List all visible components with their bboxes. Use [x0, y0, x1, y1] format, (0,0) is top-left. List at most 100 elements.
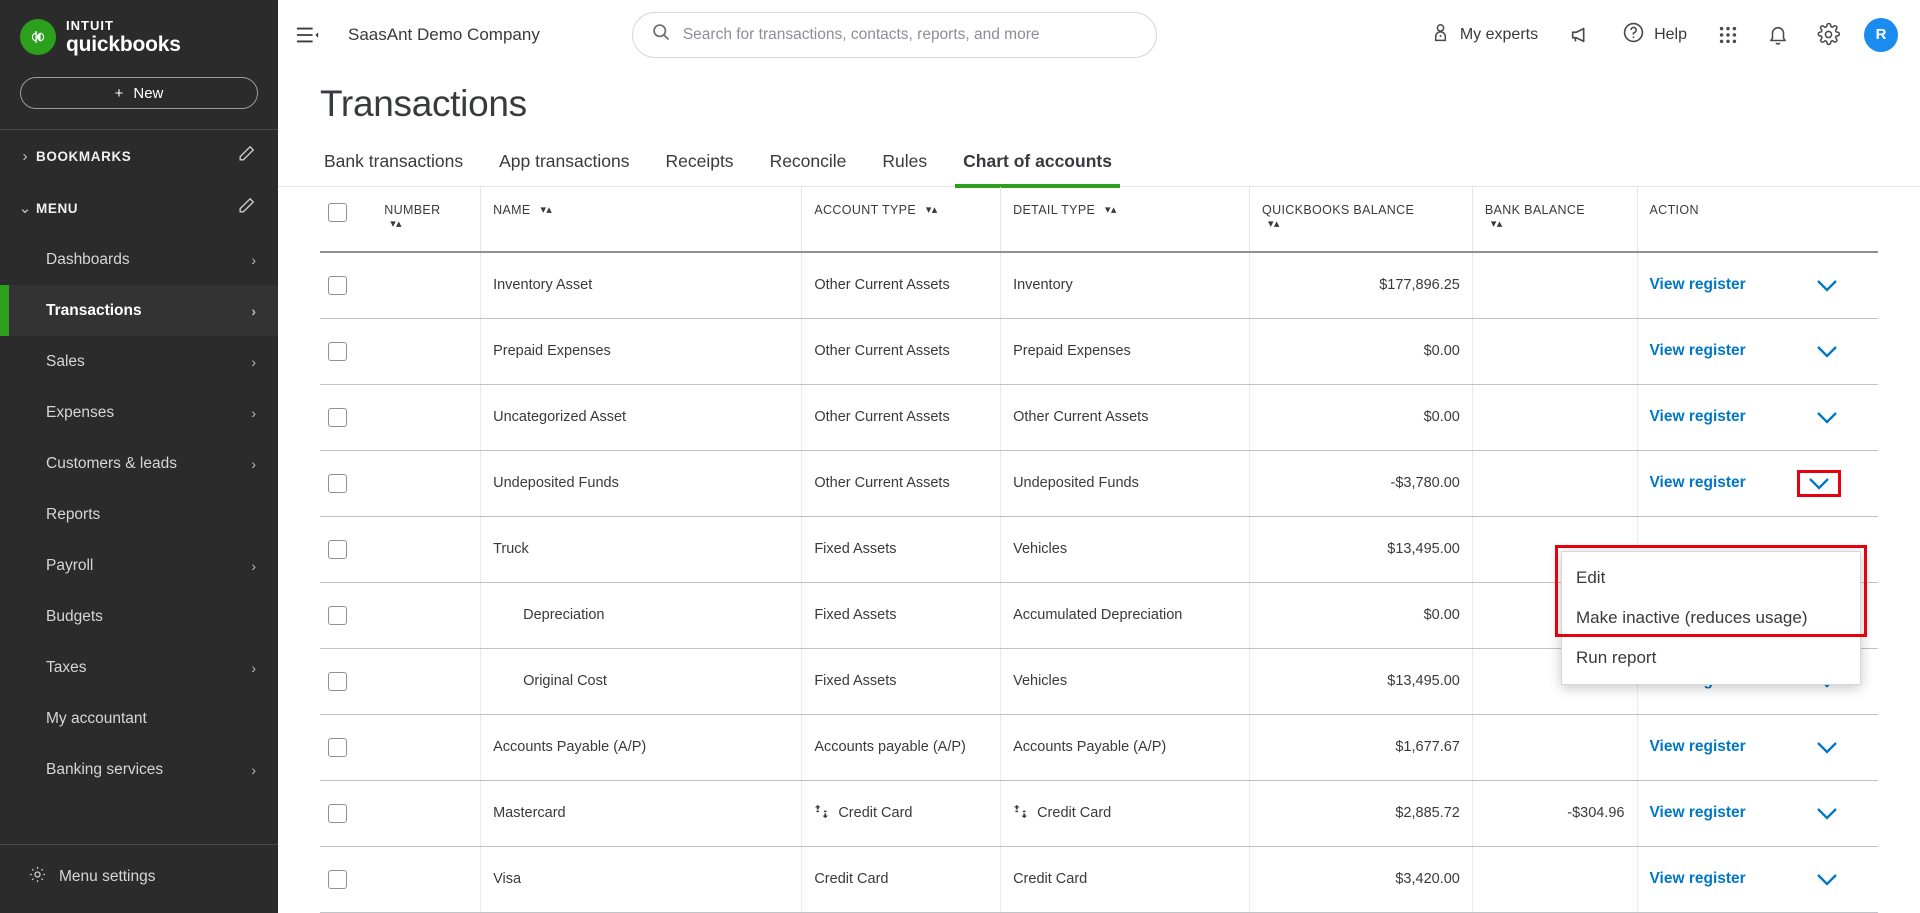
column-header-quickbooks-balance[interactable]: QUICKBOOKS BALANCE ▾▴ — [1249, 187, 1473, 253]
cell-account-type: Other Current Assets — [801, 450, 1002, 517]
row-actions-chevron-down-icon[interactable] — [1816, 345, 1838, 358]
megaphone-icon[interactable] — [1554, 24, 1606, 46]
menu-settings-button[interactable]: Menu settings — [0, 844, 278, 913]
sidebar-item-customers-leads[interactable]: Customers & leads › — [0, 438, 278, 489]
view-register-link[interactable]: View register — [1650, 870, 1746, 888]
sort-icon[interactable]: ▾▴ — [1491, 217, 1503, 230]
row-checkbox[interactable] — [328, 407, 347, 427]
row-actions-chevron-down-icon[interactable] — [1816, 279, 1838, 292]
row-actions-chevron-down-icon[interactable] — [1816, 411, 1838, 424]
row-checkbox[interactable] — [328, 275, 347, 295]
quickbooks-logo[interactable]: INTUIT quickbooks — [0, 0, 278, 69]
search-icon — [651, 22, 671, 47]
row-checkbox[interactable] — [328, 605, 347, 625]
tab-reconcile[interactable]: Reconcile — [752, 151, 865, 186]
sort-icon[interactable]: ▾▴ — [1105, 203, 1117, 216]
pencil-icon-menu[interactable] — [237, 196, 256, 220]
row-checkbox[interactable] — [328, 539, 347, 559]
company-name: SaasAnt Demo Company — [348, 24, 540, 44]
table-row[interactable]: Accounts Payable (A/P) Accounts payable … — [320, 714, 1878, 781]
view-register-link[interactable]: View register — [1650, 738, 1746, 756]
tab-bank-transactions[interactable]: Bank transactions — [320, 151, 481, 186]
search-box[interactable] — [631, 11, 1157, 58]
sidebar-item-payroll[interactable]: Payroll › — [0, 540, 278, 591]
new-button[interactable]: + New — [20, 77, 258, 109]
view-register-link[interactable]: View register — [1650, 276, 1746, 294]
row-actions-chevron-down-icon[interactable] — [1816, 741, 1838, 754]
cell-action: View register — [1637, 846, 1878, 913]
tab-rules[interactable]: Rules — [864, 151, 945, 186]
sidebar-item-dashboards[interactable]: Dashboards › — [0, 234, 278, 285]
table-row[interactable]: Mastercard Credit Card Credit Card $2,88… — [320, 780, 1878, 847]
cell-detail-type: Credit Card — [1000, 780, 1251, 847]
search-input[interactable] — [682, 25, 1138, 44]
dropdown-item-edit[interactable]: Edit — [1562, 558, 1860, 598]
cell-bank-balance — [1472, 252, 1638, 319]
row-checkbox-cell — [320, 516, 373, 583]
select-all-checkbox[interactable] — [328, 203, 347, 222]
chevron-right-icon: › — [251, 404, 256, 421]
sort-icon[interactable]: ▾▴ — [926, 203, 938, 216]
row-checkbox[interactable] — [328, 803, 347, 823]
column-header-quickbooks-balance-label: QUICKBOOKS BALANCE — [1262, 203, 1415, 217]
view-register-link[interactable]: View register — [1650, 474, 1746, 492]
row-checkbox[interactable] — [328, 341, 347, 361]
tab-receipts[interactable]: Receipts — [647, 151, 751, 186]
cell-number — [372, 450, 482, 517]
gear-icon[interactable] — [1803, 23, 1854, 46]
sidebar-item-budgets[interactable]: Budgets — [0, 591, 278, 642]
row-actions-chevron-down-icon[interactable] — [1816, 807, 1838, 820]
cell-name: Visa — [480, 846, 803, 913]
person-icon — [1430, 22, 1451, 48]
pencil-icon-bookmarks[interactable] — [237, 144, 256, 168]
cell-number — [372, 648, 482, 715]
tab-bar: Bank transactions App transactions Recei… — [278, 125, 1920, 188]
my-experts-button[interactable]: My experts — [1414, 22, 1554, 48]
search-container — [631, 11, 1157, 58]
column-header-bank-balance[interactable]: BANK BALANCE ▾▴ — [1472, 187, 1638, 253]
table-row[interactable]: Inventory Asset Other Current Assets Inv… — [320, 252, 1878, 319]
row-checkbox[interactable] — [328, 737, 347, 757]
column-header-account-type[interactable]: ACCOUNT TYPE ▾▴ — [801, 187, 1002, 253]
column-header-number[interactable]: NUMBER ▾▴ — [372, 187, 482, 253]
row-actions-chevron-down-icon-active[interactable] — [1797, 469, 1841, 497]
sidebar-group-bookmarks[interactable]: › BOOKMARKS — [0, 130, 278, 182]
dropdown-item-make-inactive[interactable]: Make inactive (reduces usage) — [1562, 598, 1860, 638]
avatar[interactable]: R — [1864, 17, 1898, 52]
bell-icon[interactable] — [1753, 24, 1803, 46]
sidebar-group-menu[interactable]: ⌄ MENU — [0, 182, 278, 234]
table-row[interactable]: Uncategorized Asset Other Current Assets… — [320, 384, 1878, 451]
row-checkbox[interactable] — [328, 869, 347, 889]
table-row[interactable]: Prepaid Expenses Other Current Assets Pr… — [320, 318, 1878, 385]
dropdown-item-run-report[interactable]: Run report — [1562, 638, 1860, 678]
chevron-right-icon: › — [22, 147, 28, 165]
row-actions-chevron-down-icon[interactable] — [1816, 873, 1838, 886]
grid-apps-icon[interactable] — [1703, 24, 1753, 46]
row-checkbox[interactable] — [328, 671, 347, 691]
sidebar-item-expenses[interactable]: Expenses › — [0, 387, 278, 438]
sort-icon[interactable]: ▾▴ — [540, 203, 552, 216]
sort-icon[interactable]: ▾▴ — [1268, 217, 1280, 230]
sidebar-item-sales[interactable]: Sales › — [0, 336, 278, 387]
view-register-link[interactable]: View register — [1650, 408, 1746, 426]
view-register-link[interactable]: View register — [1650, 342, 1746, 360]
column-header-detail-type[interactable]: DETAIL TYPE ▾▴ — [1000, 187, 1251, 253]
hamburger-collapse-icon[interactable] — [296, 25, 320, 45]
row-checkbox[interactable] — [328, 473, 347, 493]
sidebar-item-banking-services[interactable]: Banking services › — [0, 744, 278, 795]
view-register-link[interactable]: View register — [1650, 804, 1746, 822]
cell-bank-balance — [1472, 450, 1638, 517]
tab-app-transactions[interactable]: App transactions — [481, 151, 647, 186]
sort-icon[interactable]: ▾▴ — [390, 217, 402, 230]
sidebar-item-taxes[interactable]: Taxes › — [0, 642, 278, 693]
cell-account-type: Fixed Assets — [801, 516, 1002, 583]
row-checkbox-cell — [320, 318, 373, 385]
sidebar-item-reports[interactable]: Reports — [0, 489, 278, 540]
sidebar-item-my-accountant[interactable]: My accountant — [0, 693, 278, 744]
table-row[interactable]: Undeposited Funds Other Current Assets U… — [320, 450, 1878, 517]
column-header-name[interactable]: NAME ▾▴ — [480, 187, 803, 253]
help-button[interactable]: Help — [1606, 21, 1703, 49]
tab-chart-of-accounts[interactable]: Chart of accounts — [945, 151, 1130, 188]
table-row[interactable]: Visa Credit Card Credit Card $3,420.00 V… — [320, 846, 1878, 913]
sidebar-item-transactions[interactable]: Transactions › — [0, 285, 278, 336]
